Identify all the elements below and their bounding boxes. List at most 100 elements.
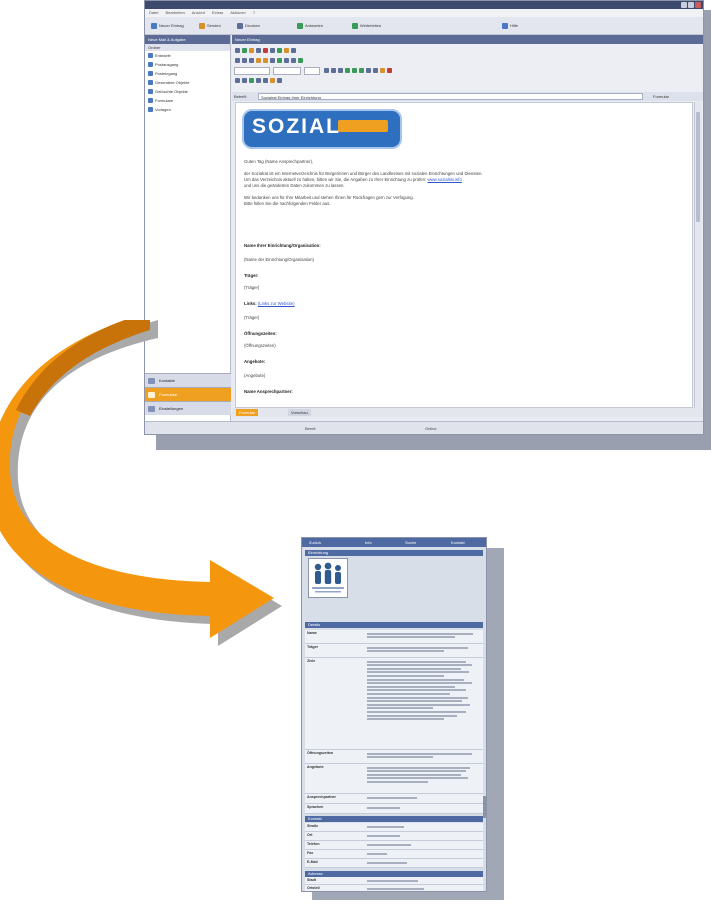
phone-scrollbar[interactable]	[483, 796, 486, 818]
folder-icon	[148, 53, 153, 59]
section-header: Kontakt	[305, 816, 483, 822]
arrow-body	[0, 320, 274, 638]
style-select[interactable]	[273, 66, 301, 75]
menu-item[interactable]: Aktionen	[230, 10, 246, 15]
field-value[interactable]: (Name der Einrichtung/Organisation)	[244, 257, 314, 263]
folder-icon	[148, 62, 153, 68]
image-icon[interactable]	[277, 58, 282, 64]
menu-item[interactable]: Extras	[212, 10, 223, 15]
insert-field-icon[interactable]	[249, 78, 254, 84]
paragraph-2-line-2: Bitte füllen Sie die nachfolgenden Felde…	[244, 201, 331, 206]
back-tab[interactable]: Zurück	[306, 538, 324, 547]
info-tab[interactable]: Info	[362, 538, 375, 547]
menu-item[interactable]: Ansicht	[192, 10, 205, 15]
outdent-icon[interactable]	[242, 78, 247, 84]
paragraph-1-line-3: und uns die geänderten Daten zukommen zu…	[244, 183, 345, 188]
indent-icon[interactable]	[235, 78, 240, 84]
copy-icon[interactable]	[242, 58, 247, 64]
flag-icon[interactable]	[284, 48, 289, 54]
field-value[interactable]: (Träger)	[244, 285, 259, 291]
address-row: Ortsteil	[305, 885, 483, 891]
send-button[interactable]: Senden	[197, 21, 223, 31]
options-icon[interactable]	[291, 48, 296, 54]
logo-accent	[338, 120, 388, 132]
table-icon[interactable]	[270, 58, 275, 64]
spell-icon[interactable]	[291, 58, 296, 64]
check-icon[interactable]	[277, 48, 282, 54]
link-icon[interactable]	[284, 58, 289, 64]
zoom-icon[interactable]	[270, 78, 275, 84]
align-center-icon[interactable]	[352, 68, 357, 74]
nav-item[interactable]: Posteingang	[145, 69, 230, 78]
symbol-icon[interactable]	[263, 78, 268, 84]
menu-bar: Datei Bearbeiten Ansicht Extras Aktionen…	[145, 9, 703, 17]
numbering-icon[interactable]	[373, 68, 378, 74]
nav-item[interactable]: Entwürfe	[145, 51, 230, 60]
pane-subheader: Ordner	[145, 44, 230, 51]
document-body[interactable]: SOZIAL Guten Tag (Name Ansprechpartner),…	[235, 102, 693, 408]
redo-icon[interactable]	[263, 58, 268, 64]
help-button[interactable]: Hilfe	[500, 21, 520, 31]
new-entry-button[interactable]: Neuer Eintrag	[149, 21, 186, 31]
greeting: Guten Tag (Name Ansprechpartner),	[244, 159, 314, 164]
nav-item[interactable]: Formulare	[145, 96, 230, 105]
detail-row: Sprachen	[305, 804, 483, 814]
search-tab[interactable]: Suche	[402, 538, 419, 547]
font-select[interactable]	[234, 66, 270, 75]
nav-item[interactable]: Postausgang	[145, 60, 230, 69]
reply-button[interactable]: Antworten	[295, 21, 325, 31]
scrollbar-thumb[interactable]	[696, 112, 700, 222]
status-left: Bereit	[305, 426, 316, 431]
font-color-icon[interactable]	[387, 68, 392, 74]
prefill-button[interactable]: Formular	[653, 93, 669, 100]
menu-item[interactable]: ?	[253, 10, 255, 15]
italic-icon[interactable]	[331, 68, 336, 74]
nav-item[interactable]: Gelöschte Objekte	[145, 87, 230, 96]
row-value-filler	[367, 659, 477, 722]
menu-item[interactable]: Bearbeiten	[165, 10, 184, 15]
align-left-icon[interactable]	[345, 68, 350, 74]
cut-icon[interactable]	[235, 58, 240, 64]
bullets-icon[interactable]	[366, 68, 371, 74]
row-value-filler	[367, 765, 477, 785]
paste-icon[interactable]	[249, 58, 254, 64]
align-right-icon[interactable]	[359, 68, 364, 74]
bold-icon[interactable]	[324, 68, 329, 74]
contact-tab[interactable]: Kontakt	[448, 538, 468, 547]
template-icon	[148, 107, 153, 113]
highlight-icon[interactable]	[380, 68, 385, 74]
print-button[interactable]: Drucken	[235, 21, 262, 31]
field-link[interactable]: (Links zur Website)	[258, 301, 295, 306]
save-icon[interactable]	[235, 48, 240, 54]
inbox-icon	[148, 71, 153, 77]
address-row: Stadt	[305, 877, 483, 885]
detail-row: Öffnungszeiten	[305, 750, 483, 764]
detail-row: Angebote	[305, 764, 483, 794]
delete-icon[interactable]	[263, 48, 268, 54]
send-icon	[199, 22, 205, 29]
maximize-icon[interactable]	[688, 2, 694, 8]
toolbar-row-2	[234, 56, 304, 65]
address-icon[interactable]	[270, 48, 275, 54]
underline-icon[interactable]	[338, 68, 343, 74]
forward-button[interactable]: Weiterleiten	[350, 21, 383, 31]
pane-header: Neue Mail & Aufgabe	[145, 35, 230, 44]
nav-item[interactable]: Gesendete Objekte	[145, 78, 230, 87]
close-icon[interactable]	[695, 2, 701, 8]
send-icon[interactable]	[242, 48, 247, 54]
print-icon[interactable]	[256, 48, 261, 54]
minimize-icon[interactable]	[681, 2, 687, 8]
attach-icon[interactable]	[249, 48, 254, 54]
nav-item[interactable]: Vorlagen	[145, 105, 230, 114]
website-link[interactable]: www.sozialrat.info	[427, 177, 461, 182]
field-label: Name Ihrer Einrichtung/Organisation:	[244, 243, 321, 248]
undo-icon[interactable]	[256, 58, 261, 64]
menu-item[interactable]: Datei	[149, 10, 158, 15]
size-select[interactable]	[304, 66, 320, 75]
editor-area: Neuer Eintrag Betreff: Sozialrat Eintrag…	[232, 35, 703, 421]
subject-input[interactable]: Sozialrat Eintrag Ihrer Einrichtung	[258, 93, 643, 100]
document-scrollbar[interactable]	[694, 102, 701, 408]
grid-icon[interactable]	[277, 78, 282, 84]
line-icon[interactable]	[256, 78, 261, 84]
find-icon[interactable]	[298, 58, 303, 64]
